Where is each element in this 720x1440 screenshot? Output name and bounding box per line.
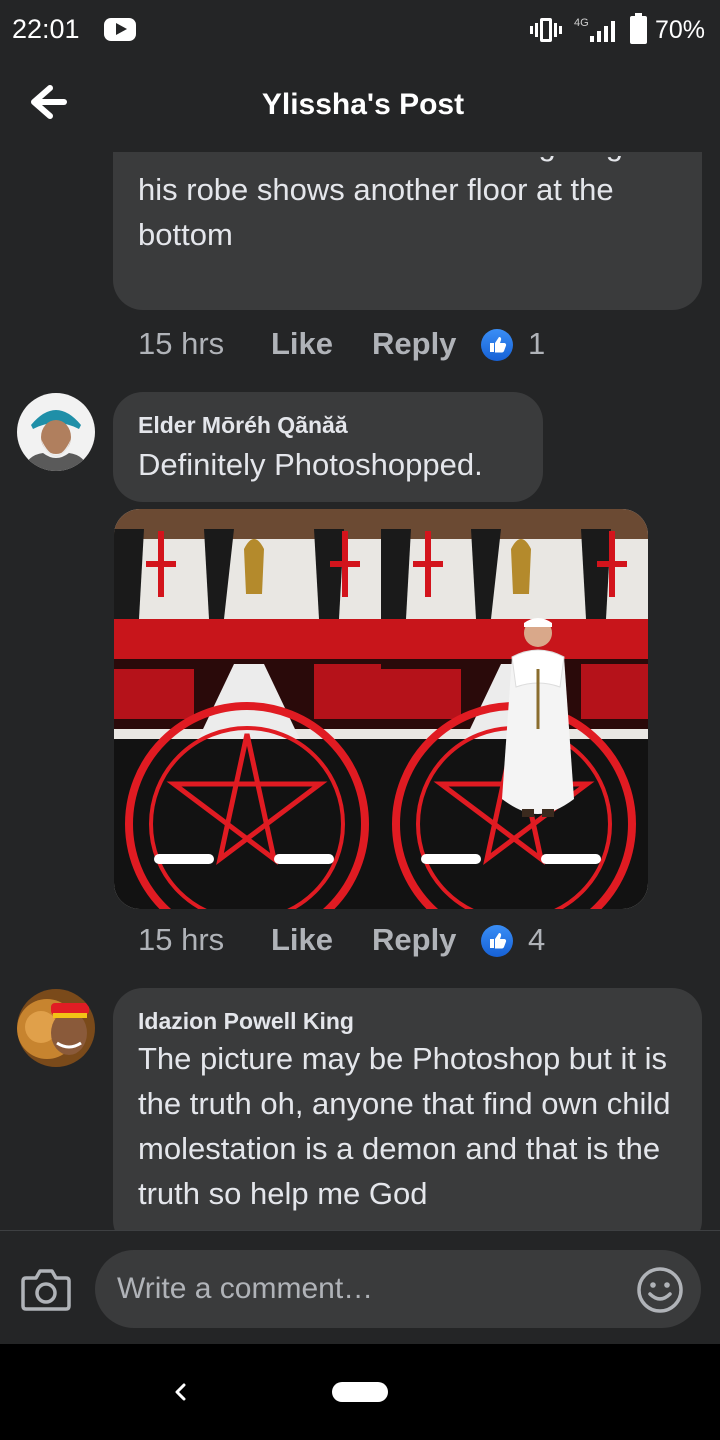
comment-photo[interactable] [114,509,648,909]
vibrate-icon [530,16,562,44]
avatar[interactable] [17,393,95,471]
battery-percent: 70% [655,16,706,44]
nav-home-button[interactable] [332,1382,388,1402]
emoji-icon [637,1267,683,1313]
like-button[interactable]: Like [271,326,333,362]
comment-composer [0,1230,720,1344]
thumbs-up-icon[interactable] [481,925,513,957]
comment-text: Definitely Photoshopped. [138,447,483,482]
avatar[interactable] [17,989,95,1067]
page-title: Ylissha's Post [261,88,465,121]
reaction-count: 1 [528,326,546,361]
comment-author[interactable]: Elder Mōréh Qãnăă [138,412,348,439]
battery-icon [630,13,647,44]
comment-timestamp: 15 hrs [138,326,225,361]
comment-input[interactable] [95,1250,701,1328]
reply-button[interactable]: Reply [372,326,456,362]
system-nav-bar [0,1344,720,1440]
status-time: 22:01 [12,14,80,44]
camera-button[interactable] [20,1266,72,1312]
post-header: Ylissha's Post [0,60,720,152]
chevron-left-icon [175,1383,186,1401]
thumbs-up-icon[interactable] [481,329,513,361]
status-bar: 22:01 4G 70% [0,0,720,60]
reply-button[interactable]: Reply [372,922,456,958]
signal-icon [590,18,620,42]
comment-bubble[interactable]: Idazion Powell King The picture may be P… [113,988,702,1230]
youtube-icon [104,18,136,41]
comments-list[interactable]: doesn't blend with the room lighting and… [0,152,720,1230]
comment-bubble[interactable]: doesn't blend with the room lighting and… [113,152,702,310]
camera-icon [21,1269,71,1311]
comment-timestamp: 15 hrs [138,922,225,957]
network-type-label: 4G [574,17,589,29]
comment-author[interactable]: Idazion Powell King [138,1008,354,1035]
comment-bubble[interactable]: Elder Mōréh Qãnăă Definitely Photoshoppe… [113,392,543,502]
reaction-count: 4 [528,922,546,957]
comment-text: doesn't blend with the room lighting and… [138,156,683,252]
emoji-button[interactable] [636,1266,684,1314]
comment-text: The picture may be Photoshop but it is t… [138,1041,671,1211]
like-button[interactable]: Like [271,922,333,958]
nav-back-button[interactable] [168,1372,192,1412]
